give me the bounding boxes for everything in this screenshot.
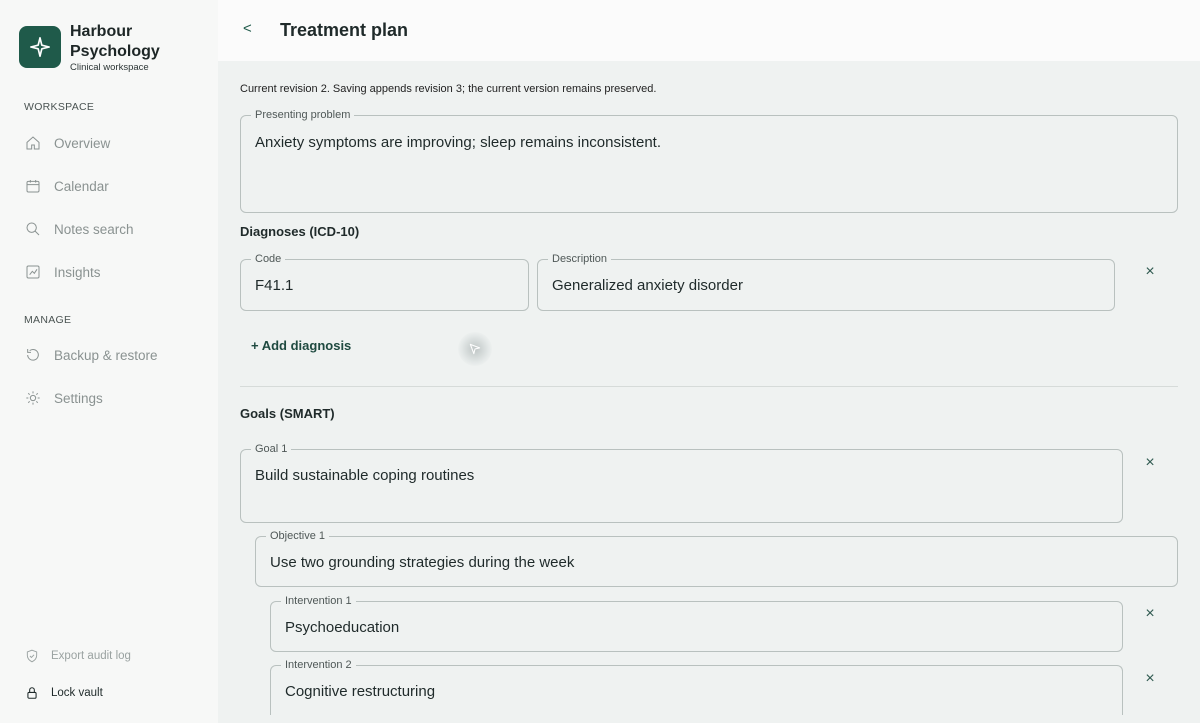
workspace-section-label: WORKSPACE: [24, 101, 95, 113]
remove-diagnosis-button[interactable]: ×: [1140, 262, 1160, 282]
shield-icon: [24, 648, 40, 664]
diagnosis-code-field[interactable]: Code F41.1: [240, 252, 529, 311]
sidebar-item-label: Settings: [54, 390, 103, 406]
intervention-2-value: Cognitive restructuring: [285, 683, 436, 700]
lock-vault-button[interactable]: Lock vault: [24, 684, 103, 702]
add-diagnosis-button[interactable]: + Add diagnosis: [251, 338, 351, 353]
main-content: Current revision 2. Saving appends revis…: [218, 61, 1200, 723]
presenting-problem-label: Presenting problem: [251, 108, 355, 122]
sidebar-item-label: Backup & restore: [54, 347, 158, 363]
presenting-problem-value: Anxiety symptoms are improving; sleep re…: [255, 134, 661, 151]
remove-intervention-2-button[interactable]: ×: [1140, 669, 1160, 689]
restore-icon: [24, 346, 42, 364]
back-button[interactable]: <: [243, 20, 252, 37]
objective-1-label: Objective 1: [266, 529, 330, 543]
sidebar-item-insights[interactable]: Insights: [24, 262, 101, 282]
export-audit-log-label: Export audit log: [51, 650, 131, 662]
objective-1-field[interactable]: Objective 1 Use two grounding strategies…: [255, 529, 1178, 587]
intervention-1-label: Intervention 1: [281, 594, 356, 608]
pointer-cursor-icon: [458, 332, 492, 366]
diagnosis-description-value: Generalized anxiety disorder: [552, 277, 743, 294]
sidebar-item-label: Insights: [54, 264, 101, 280]
intervention-2-field[interactable]: Intervention 2 Cognitive restructuring: [270, 658, 1123, 715]
sidebar-item-settings[interactable]: Settings: [24, 388, 103, 408]
calendar-icon: [24, 177, 42, 195]
search-icon: [24, 220, 42, 238]
chart-icon: [24, 263, 42, 281]
sparkle-icon: [19, 26, 61, 68]
sidebar-item-label: Notes search: [54, 221, 134, 237]
brand-subtitle: Clinical workspace: [70, 62, 149, 73]
lock-vault-label: Lock vault: [51, 687, 103, 699]
page-header: < Treatment plan: [218, 0, 1200, 61]
page-title: Treatment plan: [280, 20, 409, 40]
home-icon: [24, 134, 42, 152]
goal-1-label: Goal 1: [251, 442, 292, 456]
export-audit-log-button[interactable]: Export audit log: [24, 647, 131, 665]
sidebar-item-notes-search[interactable]: Notes search: [24, 219, 134, 239]
sidebar-item-calendar[interactable]: Calendar: [24, 176, 109, 196]
diagnosis-description-field[interactable]: Description Generalized anxiety disorder: [537, 252, 1115, 311]
section-divider: [240, 386, 1178, 387]
intervention-1-field[interactable]: Intervention 1 Psychoeducation: [270, 594, 1123, 652]
sidebar: Harbour Psychology Clinical workspace WO…: [0, 0, 218, 723]
brand-name-line2: Psychology: [70, 43, 160, 60]
intervention-1-value: Psychoeducation: [285, 619, 400, 636]
diagnosis-code-value: F41.1: [255, 277, 294, 294]
sidebar-item-label: Calendar: [54, 178, 109, 194]
manage-section-label: MANAGE: [24, 314, 72, 326]
goal-1-value: Build sustainable coping routines: [255, 467, 475, 484]
brand-name-line1: Harbour: [70, 23, 133, 40]
sidebar-item-backup-restore[interactable]: Backup & restore: [24, 345, 158, 365]
revision-note: Current revision 2. Saving appends revis…: [240, 83, 657, 95]
diagnosis-code-label: Code: [251, 252, 286, 266]
remove-goal-button[interactable]: ×: [1140, 453, 1160, 473]
remove-intervention-1-button[interactable]: ×: [1140, 604, 1160, 624]
sidebar-item-label: Overview: [54, 135, 111, 151]
gear-icon: [24, 389, 42, 407]
objective-1-value: Use two grounding strategies during the …: [270, 554, 575, 571]
sidebar-item-overview[interactable]: Overview: [24, 133, 110, 153]
goal-1-field[interactable]: Goal 1 Build sustainable coping routines: [240, 442, 1123, 523]
diagnoses-title: Diagnoses (ICD-10): [240, 224, 360, 239]
diagnosis-description-label: Description: [548, 252, 612, 266]
goals-title: Goals (SMART): [240, 406, 335, 421]
intervention-2-label: Intervention 2: [281, 658, 356, 672]
brand[interactable]: Harbour Psychology Clinical workspace: [19, 22, 160, 73]
presenting-problem-field[interactable]: Presenting problem Anxiety symptoms are …: [240, 108, 1178, 213]
lock-icon: [24, 685, 40, 701]
